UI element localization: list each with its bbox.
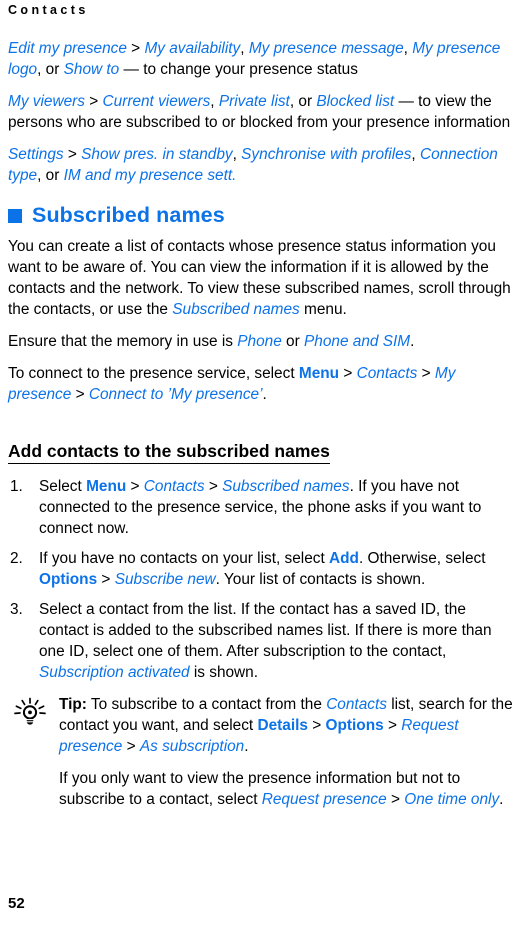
step-number: 1. xyxy=(10,478,23,495)
menu-item-subscribed-names: Subscribed names xyxy=(172,301,300,318)
step-item-1: 1. Select Menu > Contacts > Subscribed na… xyxy=(8,476,513,539)
path-separator: > xyxy=(122,738,140,755)
path-separator: > xyxy=(417,365,435,382)
menu-item-subscribed-names: Subscribed names xyxy=(222,478,350,495)
tip-paragraph-2-tail: . xyxy=(499,791,504,808)
section-paragraph-2-lead: Ensure that the memory in use is xyxy=(8,333,238,350)
path-separator: > xyxy=(71,386,89,403)
section-paragraph-2-mid: or xyxy=(281,333,305,350)
status-subscription-activated: Subscription activated xyxy=(39,664,190,681)
path-separator: > xyxy=(126,478,144,495)
menu-item-my-availability: My availability xyxy=(144,40,241,57)
list-comma: , xyxy=(232,146,242,163)
path-separator: > xyxy=(383,717,402,734)
path-separator: > xyxy=(126,40,145,57)
softkey-add: Add xyxy=(329,550,359,567)
step-item-3: 3. Select a contact from the list. If the… xyxy=(8,599,513,683)
subsection-heading: Add contacts to the subscribed names xyxy=(8,440,330,464)
list-conjunction: , or xyxy=(37,61,64,78)
step-item-2: 2. If you have no contacts on your list, … xyxy=(8,548,513,590)
section-paragraph-3-tail: . xyxy=(262,386,267,403)
menu-item-one-time-only: One time only xyxy=(404,791,500,808)
section-paragraph-1: You can create a list of contacts whose … xyxy=(8,236,513,320)
tip-block: Tip: To subscribe to a contact from the … xyxy=(8,694,513,810)
softkey-options: Options xyxy=(325,717,384,734)
menu-item-subscribe-new: Subscribe new xyxy=(114,571,216,588)
intro-paragraph-1: Edit my presence > My availability, My p… xyxy=(8,38,513,80)
menu-item-contacts: Contacts xyxy=(356,365,418,382)
step-3-lead: Select a contact from the list. If the c… xyxy=(39,601,492,660)
manual-page: Contacts Edit my presence > My availabil… xyxy=(0,0,516,925)
step-number: 2. xyxy=(10,550,23,567)
menu-item-synchronise-with-profiles: Synchronise with profiles xyxy=(241,146,412,163)
menu-item-show-pres-in-standby: Show pres. in standby xyxy=(81,146,233,163)
menu-item-edit-my-presence: Edit my presence xyxy=(8,40,127,57)
section-paragraph-3-lead: To connect to the presence service, sele… xyxy=(8,365,299,382)
step-2-mid: . Otherwise, select xyxy=(358,550,486,567)
menu-item-contacts: Contacts xyxy=(143,478,205,495)
menu-item-private-list: Private list xyxy=(218,93,290,110)
menu-item-blocked-list: Blocked list xyxy=(316,93,395,110)
tip-paragraph-1-tail: . xyxy=(244,738,249,755)
menu-item-phone: Phone xyxy=(237,333,282,350)
intro-paragraph-3: Settings > Show pres. in standby, Synchr… xyxy=(8,144,513,186)
tip-paragraph-1: Tip: To subscribe to a contact from the … xyxy=(59,694,513,757)
section-paragraph-2-tail: . xyxy=(410,333,415,350)
menu-item-my-presence-message: My presence message xyxy=(248,40,404,57)
page-number: 52 xyxy=(8,895,25,912)
menu-item-contacts: Contacts xyxy=(326,696,387,713)
steps-list: 1. Select Menu > Contacts > Subscribed na… xyxy=(8,476,513,683)
softkey-options: Options xyxy=(39,571,98,588)
path-separator: > xyxy=(97,571,115,588)
tip-paragraph-2: If you only want to view the presence in… xyxy=(59,768,513,810)
list-comma: , xyxy=(403,40,413,57)
step-3-tail: is shown. xyxy=(189,664,259,681)
softkey-details: Details xyxy=(257,717,308,734)
subsection-heading-wrap: Add contacts to the subscribed names xyxy=(8,416,513,470)
menu-item-im-and-my-presence-sett: IM and my presence sett. xyxy=(63,167,237,184)
intro-paragraph-2: My viewers > Current viewers, Private li… xyxy=(8,91,513,133)
list-conjunction: , or xyxy=(37,167,64,184)
step-1-lead: Select xyxy=(39,478,87,495)
path-separator: > xyxy=(84,93,103,110)
page-content: Edit my presence > My availability, My p… xyxy=(8,38,513,810)
tip-label: Tip: xyxy=(59,696,87,713)
path-separator: > xyxy=(204,478,223,495)
section-title: Subscribed names xyxy=(32,203,225,227)
list-comma: , xyxy=(411,146,420,163)
menu-item-settings: Settings xyxy=(8,146,64,163)
tip-paragraph-1-lead: To subscribe to a contact from the xyxy=(86,696,327,713)
menu-item-my-viewers: My viewers xyxy=(8,93,85,110)
list-comma: , xyxy=(240,40,249,57)
menu-item-current-viewers: Current viewers xyxy=(102,93,211,110)
list-conjunction: , or xyxy=(289,93,317,110)
filled-square-bullet-icon xyxy=(8,209,22,223)
softkey-menu: Menu xyxy=(86,478,127,495)
path-separator: > xyxy=(307,717,326,734)
softkey-menu: Menu xyxy=(298,365,340,382)
path-separator: > xyxy=(339,365,357,382)
menu-item-show-to: Show to xyxy=(63,61,120,78)
section-heading: Subscribed names xyxy=(8,203,513,227)
step-2-lead: If you have no contacts on your list, se… xyxy=(39,550,330,567)
menu-item-request-presence: Request presence xyxy=(261,791,387,808)
running-header: Contacts xyxy=(8,3,89,17)
section-paragraph-1-tail: menu. xyxy=(299,301,347,318)
menu-item-phone-and-sim: Phone and SIM xyxy=(304,333,411,350)
path-separator: > xyxy=(63,146,82,163)
list-comma: , xyxy=(210,93,219,110)
menu-item-connect-to-my-presence: Connect to ’My presence’ xyxy=(88,386,263,403)
intro-paragraph-1-tail: — to change your presence status xyxy=(119,61,358,78)
menu-item-as-subscription: As subscription xyxy=(139,738,245,755)
step-number: 3. xyxy=(10,601,23,618)
lightbulb-icon xyxy=(12,697,48,729)
step-2-tail: . Your list of contacts is shown. xyxy=(215,571,426,588)
section-paragraph-2: Ensure that the memory in use is Phone o… xyxy=(8,331,513,352)
path-separator: > xyxy=(386,791,405,808)
section-paragraph-3: To connect to the presence service, sele… xyxy=(8,363,513,405)
